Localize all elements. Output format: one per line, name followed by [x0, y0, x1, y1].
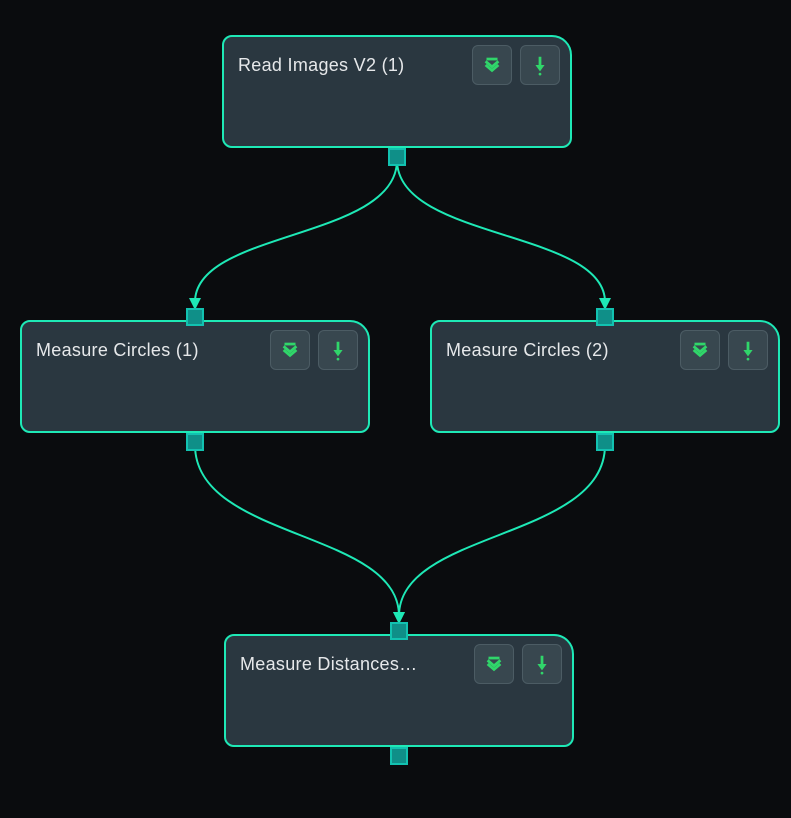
node-measure-circles-2[interactable]: Measure Circles (2) [430, 320, 780, 433]
port-distances-in[interactable] [390, 622, 408, 640]
expand-down-icon [483, 653, 505, 675]
expand-button[interactable] [270, 330, 310, 370]
expand-down-icon [689, 339, 711, 361]
node-title: Measure Circles (1) [36, 340, 262, 361]
expand-button[interactable] [680, 330, 720, 370]
port-read-images-out[interactable] [388, 148, 406, 166]
node-measure-circles-1[interactable]: Measure Circles (1) [20, 320, 370, 433]
edge-mc1-to-dist [195, 445, 399, 616]
port-mc2-out[interactable] [596, 433, 614, 451]
node-read-images[interactable]: Read Images V2 (1) [222, 35, 572, 148]
expand-button[interactable] [472, 45, 512, 85]
node-title: Measure Distances… [240, 654, 466, 675]
run-button[interactable] [522, 644, 562, 684]
edge-mc2-to-dist [399, 445, 605, 616]
node-header: Measure Distances… [226, 636, 572, 684]
node-header: Measure Circles (2) [432, 322, 778, 370]
node-header: Measure Circles (1) [22, 322, 368, 370]
expand-button[interactable] [474, 644, 514, 684]
run-button[interactable] [520, 45, 560, 85]
run-down-icon [531, 653, 553, 675]
run-button[interactable] [728, 330, 768, 370]
run-down-icon [737, 339, 759, 361]
port-mc2-in[interactable] [596, 308, 614, 326]
diagram-canvas: Read Images V2 (1) Measure Circles (1) [0, 0, 791, 818]
port-mc1-out[interactable] [186, 433, 204, 451]
port-mc1-in[interactable] [186, 308, 204, 326]
node-measure-distances[interactable]: Measure Distances… [224, 634, 574, 747]
expand-down-icon [279, 339, 301, 361]
run-down-icon [529, 54, 551, 76]
run-down-icon [327, 339, 349, 361]
port-distances-out[interactable] [390, 747, 408, 765]
node-title: Measure Circles (2) [446, 340, 672, 361]
edge-read-to-mc2 [397, 160, 605, 302]
edge-read-to-mc1 [195, 160, 397, 302]
node-header: Read Images V2 (1) [224, 37, 570, 85]
node-title: Read Images V2 (1) [238, 55, 464, 76]
expand-down-icon [481, 54, 503, 76]
run-button[interactable] [318, 330, 358, 370]
